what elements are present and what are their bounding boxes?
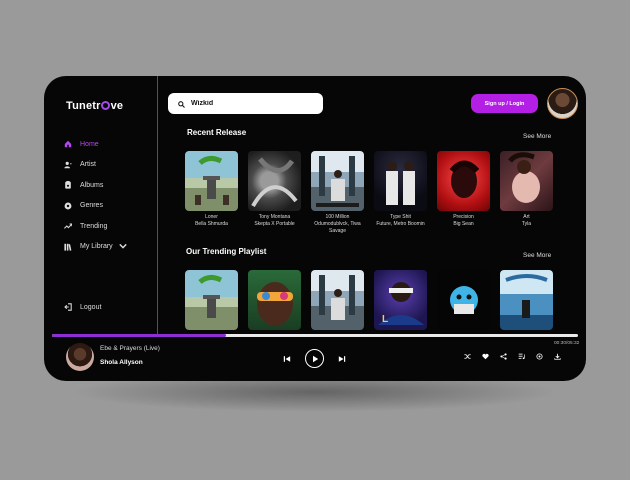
trending-see-more-link[interactable]: See More [523, 252, 551, 259]
logo-ring-icon [101, 100, 111, 110]
album-cover [185, 151, 238, 211]
trending-icon [64, 222, 72, 230]
sidebar-nav: Home Artist Albums Genres Trending My Li… [64, 134, 127, 257]
card-subtitle: Odumodublvck, Tiwa Savage [314, 221, 361, 234]
card-subtitle: Bella Shmurda [195, 221, 228, 227]
playlist-cover [311, 270, 364, 330]
player-controls [283, 349, 346, 368]
release-card-type-shit[interactable]: Type Shit Future, Metro Boomin [374, 151, 427, 235]
sidebar-item-label: Artist [80, 161, 96, 169]
release-card-art[interactable]: Art Tyla [500, 151, 553, 235]
settings-icon[interactable] [536, 353, 543, 360]
sidebar-item-home[interactable]: Home [64, 134, 127, 155]
playlist-card[interactable] [311, 270, 364, 330]
playback-time: 00:30/05:32 [554, 341, 580, 346]
playlist-card[interactable]: L [374, 270, 427, 330]
card-title: Precision [453, 214, 474, 220]
artist-icon [64, 161, 72, 169]
release-card-tony-montana[interactable]: Tony Montana Skepta X Portable [248, 151, 301, 235]
sidebar-item-trending[interactable]: Trending [64, 216, 127, 237]
search-bar[interactable] [168, 93, 323, 114]
shuffle-icon[interactable] [464, 353, 471, 360]
sidebar: Tunetr ve Home Artist Albums Genres Trend… [44, 76, 158, 334]
album-cover [248, 151, 301, 211]
sidebar-item-label: Trending [80, 222, 108, 230]
share-icon[interactable] [500, 353, 507, 360]
playback-progress-bar[interactable] [52, 334, 578, 337]
heart-icon[interactable] [482, 353, 489, 360]
card-subtitle: Future, Metro Boomin [376, 221, 425, 227]
signup-login-button[interactable]: Sign up / Login [471, 94, 538, 113]
playlist-cover [437, 270, 490, 330]
app-window: Tunetr ve Home Artist Albums Genres Trend… [44, 76, 586, 381]
library-icon [64, 243, 72, 251]
search-icon [178, 95, 185, 113]
home-icon [64, 140, 72, 148]
playlist-card[interactable] [248, 270, 301, 330]
trending-playlist-title: Our Trending Playlist [186, 247, 267, 256]
play-button[interactable] [305, 349, 324, 368]
playlist-card[interactable] [437, 270, 490, 330]
now-playing-artist: Shola Allyson [100, 359, 143, 366]
svg-text:L: L [382, 314, 388, 325]
recent-release-row: Loner Bella Shmurda Tony Montana Skepta … [185, 151, 563, 235]
previous-icon[interactable] [283, 350, 291, 368]
card-subtitle: Skepta X Portable [254, 221, 295, 227]
album-cover [500, 151, 553, 211]
playlist-cover [500, 270, 553, 330]
queue-icon[interactable] [518, 353, 525, 360]
card-title: Loner [205, 214, 218, 220]
card-title: Type Shit [390, 214, 411, 220]
sidebar-item-label: Genres [80, 202, 103, 210]
album-cover [437, 151, 490, 211]
genres-icon [64, 202, 72, 210]
albums-icon [64, 181, 72, 189]
card-title: 100 Million [325, 214, 350, 220]
release-card-100-million[interactable]: 100 Million Odumodublvck, Tiwa Savage [311, 151, 364, 235]
now-playing-song: Ebe & Prayers (Live) [100, 345, 160, 352]
card-title: Tony Montana [258, 214, 291, 220]
release-card-loner[interactable]: Loner Bella Shmurda [185, 151, 238, 235]
card-title: Art [523, 214, 530, 220]
logo: Tunetr ve [66, 100, 124, 112]
album-cover [311, 151, 364, 211]
playlist-cover [185, 270, 238, 330]
now-playing-artwork [66, 343, 94, 371]
sidebar-item-label: Home [80, 140, 99, 148]
sidebar-item-label: Albums [80, 181, 104, 189]
trending-playlist-row: L [185, 270, 563, 330]
chevron-down-icon[interactable] [118, 243, 127, 251]
card-subtitle: Big Sean [453, 221, 474, 227]
player-actions [464, 353, 572, 360]
card-subtitle: Tyla [521, 221, 532, 227]
playlist-card[interactable] [185, 270, 238, 330]
next-icon[interactable] [338, 350, 346, 368]
logout-icon [64, 303, 72, 311]
sidebar-item-my-library[interactable]: My Library [64, 237, 127, 258]
album-cover [374, 151, 427, 211]
logout-button[interactable]: Logout [64, 303, 101, 311]
sidebar-item-artist[interactable]: Artist [64, 155, 127, 176]
recent-release-title: Recent Release [187, 128, 247, 137]
sidebar-item-albums[interactable]: Albums [64, 175, 127, 196]
search-input[interactable] [191, 100, 301, 107]
playback-progress-fill [52, 334, 226, 337]
sidebar-item-label: My Library [80, 243, 113, 251]
release-card-precision[interactable]: Precision Big Sean [437, 151, 490, 235]
sidebar-item-genres[interactable]: Genres [64, 196, 127, 217]
playlist-cover: L [374, 270, 427, 330]
download-icon[interactable] [554, 353, 561, 360]
playlist-cover [248, 270, 301, 330]
logout-label: Logout [80, 303, 102, 311]
playlist-card[interactable] [500, 270, 553, 330]
user-avatar[interactable] [547, 88, 578, 119]
recent-see-more-link[interactable]: See More [523, 133, 551, 140]
